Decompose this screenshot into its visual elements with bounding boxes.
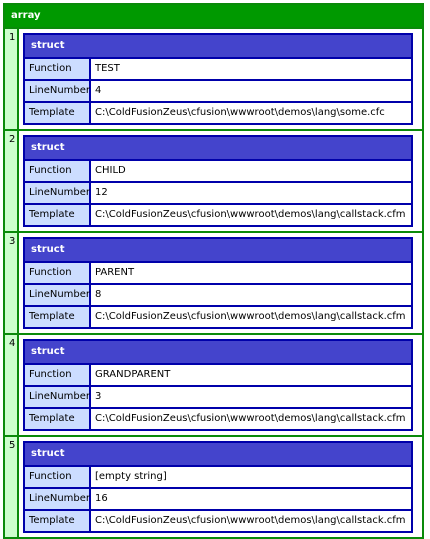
struct-value: PARENT — [95, 267, 135, 278]
struct-value: C:\ColdFusionZeus\cfusion\wwwroot\demos\… — [95, 311, 406, 322]
struct-key[interactable]: LineNumber — [25, 285, 91, 305]
struct-key[interactable]: Template — [25, 205, 91, 225]
struct-header[interactable]: struct — [25, 443, 411, 465]
struct-row-linenumber: LineNumber 3 — [25, 385, 411, 407]
struct-row-linenumber: LineNumber 12 — [25, 181, 411, 203]
struct-key[interactable]: LineNumber — [25, 387, 91, 407]
array-row: 1 struct Function TEST LineNumber 4 Temp… — [5, 29, 422, 129]
array-item: struct Function PARENT LineNumber 8 Temp… — [19, 233, 422, 333]
array-index: 1 — [5, 29, 19, 129]
struct-row-linenumber: LineNumber 4 — [25, 79, 411, 101]
struct-value: C:\ColdFusionZeus\cfusion\wwwroot\demos\… — [95, 413, 406, 424]
struct-row-template: Template C:\ColdFusionZeus\cfusion\wwwro… — [25, 509, 411, 531]
struct-key[interactable]: LineNumber — [25, 489, 91, 509]
struct-value: 3 — [95, 391, 102, 402]
struct-value: [empty string] — [95, 471, 167, 482]
struct-key[interactable]: Template — [25, 511, 91, 531]
struct-value: C:\ColdFusionZeus\cfusion\wwwroot\demos\… — [95, 515, 406, 526]
array-dump: array 1 struct Function TEST LineNumber … — [3, 3, 424, 539]
struct-dump: struct Function TEST LineNumber 4 Templa… — [23, 33, 413, 125]
struct-header[interactable]: struct — [25, 35, 411, 57]
struct-key[interactable]: Function — [25, 467, 91, 487]
struct-key[interactable]: Function — [25, 161, 91, 181]
array-header[interactable]: array — [5, 5, 422, 29]
struct-value: 12 — [95, 187, 108, 198]
struct-value: C:\ColdFusionZeus\cfusion\wwwroot\demos\… — [95, 209, 406, 220]
struct-key[interactable]: LineNumber — [25, 183, 91, 203]
array-row: 5 struct Function [empty string] LineNum… — [5, 435, 422, 537]
array-item: struct Function [empty string] LineNumbe… — [19, 437, 422, 537]
struct-value: GRANDPARENT — [95, 369, 171, 380]
struct-key[interactable]: Template — [25, 103, 91, 123]
array-index: 4 — [5, 335, 19, 435]
struct-key[interactable]: Function — [25, 263, 91, 283]
array-item: struct Function GRANDPARENT LineNumber 3… — [19, 335, 422, 435]
array-row: 4 struct Function GRANDPARENT LineNumber… — [5, 333, 422, 435]
struct-value: 4 — [95, 85, 102, 96]
struct-value: 8 — [95, 289, 102, 300]
struct-header[interactable]: struct — [25, 341, 411, 363]
struct-header[interactable]: struct — [25, 137, 411, 159]
struct-value: C:\ColdFusionZeus\cfusion\wwwroot\demos\… — [95, 107, 385, 118]
struct-dump: struct Function GRANDPARENT LineNumber 3… — [23, 339, 413, 431]
array-row: 3 struct Function PARENT LineNumber 8 Te… — [5, 231, 422, 333]
struct-row-function: Function [empty string] — [25, 465, 411, 487]
struct-key[interactable]: Template — [25, 409, 91, 429]
array-item: struct Function TEST LineNumber 4 Templa… — [19, 29, 422, 129]
struct-row-linenumber: LineNumber 16 — [25, 487, 411, 509]
array-index: 5 — [5, 437, 19, 537]
array-index: 2 — [5, 131, 19, 231]
struct-key[interactable]: LineNumber — [25, 81, 91, 101]
struct-row-function: Function CHILD — [25, 159, 411, 181]
struct-value: TEST — [95, 63, 120, 74]
struct-dump: struct Function CHILD LineNumber 12 Temp… — [23, 135, 413, 227]
array-item: struct Function CHILD LineNumber 12 Temp… — [19, 131, 422, 231]
array-index: 3 — [5, 233, 19, 333]
struct-row-template: Template C:\ColdFusionZeus\cfusion\wwwro… — [25, 407, 411, 429]
struct-row-linenumber: LineNumber 8 — [25, 283, 411, 305]
struct-key[interactable]: Function — [25, 59, 91, 79]
struct-row-template: Template C:\ColdFusionZeus\cfusion\wwwro… — [25, 101, 411, 123]
array-row: 2 struct Function CHILD LineNumber 12 Te… — [5, 129, 422, 231]
struct-row-function: Function TEST — [25, 57, 411, 79]
struct-row-function: Function PARENT — [25, 261, 411, 283]
struct-dump: struct Function [empty string] LineNumbe… — [23, 441, 413, 533]
struct-value: 16 — [95, 493, 108, 504]
struct-value: CHILD — [95, 165, 126, 176]
struct-dump: struct Function PARENT LineNumber 8 Temp… — [23, 237, 413, 329]
struct-header[interactable]: struct — [25, 239, 411, 261]
struct-row-template: Template C:\ColdFusionZeus\cfusion\wwwro… — [25, 203, 411, 225]
struct-key[interactable]: Template — [25, 307, 91, 327]
struct-row-template: Template C:\ColdFusionZeus\cfusion\wwwro… — [25, 305, 411, 327]
struct-key[interactable]: Function — [25, 365, 91, 385]
struct-row-function: Function GRANDPARENT — [25, 363, 411, 385]
